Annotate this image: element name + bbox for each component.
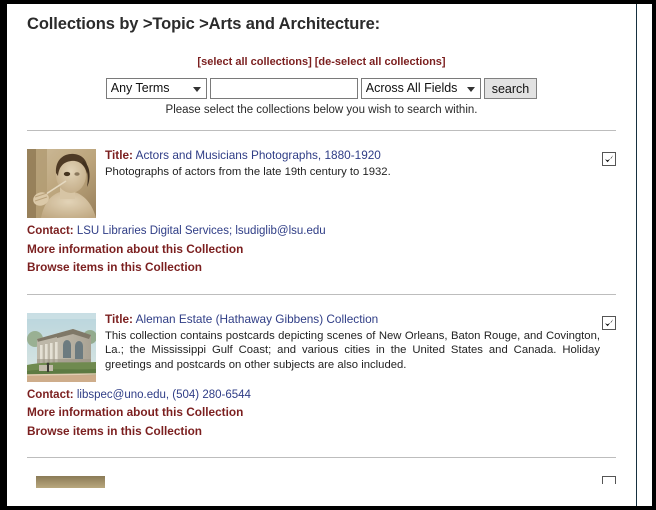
browse-items-line: Browse items in this Collection xyxy=(27,423,616,442)
fields-select-wrapper: Across All FieldsTitleSubjectDescription xyxy=(360,78,481,99)
collection-thumbnail[interactable] xyxy=(27,149,96,218)
terms-select-wrapper: Any TermsAll TermsExact Phrase xyxy=(105,78,207,99)
collection-contact-block: Contact: libspec@uno.edu, (504) 280-6544… xyxy=(27,387,616,442)
deselect-all-collections-link[interactable]: [de-select all collections] xyxy=(315,56,446,68)
collection-contact-line: Contact: LSU Libraries Digital Services;… xyxy=(27,223,616,241)
contact-label: Contact: xyxy=(27,225,74,237)
more-information-link[interactable]: More information about this Collection xyxy=(27,405,243,419)
page-content: Collections by >Topic >Arts and Architec… xyxy=(7,4,636,506)
page-right-border xyxy=(636,4,637,506)
search-form: Any TermsAll TermsExact Phrase Across Al… xyxy=(7,78,636,99)
select-all-row: [select all collections] [de-select all c… xyxy=(7,56,636,69)
collection-contact-value: LSU Libraries Digital Services; lsudigli… xyxy=(76,225,326,237)
collection-contact-line: Contact: libspec@uno.edu, (504) 280-6544 xyxy=(27,387,616,405)
title-label: Title: xyxy=(105,148,133,162)
screenshot-frame: Collections by >Topic >Arts and Architec… xyxy=(0,0,656,510)
collection-thumbnail[interactable] xyxy=(27,312,96,382)
collection-checkbox[interactable] xyxy=(602,315,616,330)
collection-contact-block: Contact: LSU Libraries Digital Services;… xyxy=(27,223,616,278)
browse-items-link[interactable]: Browse items in this Collection xyxy=(27,424,202,438)
fields-select[interactable]: Across All FieldsTitleSubjectDescription xyxy=(360,78,481,99)
page-surface: Collections by >Topic >Arts and Architec… xyxy=(7,4,652,506)
browse-items-line: Browse items in this Collection xyxy=(27,259,616,278)
more-info-line: More information about this Collection xyxy=(27,404,616,423)
collection-header-row: Title: Actors and Musicians Photographs,… xyxy=(27,145,616,218)
collection-title-line: Title: Actors and Musicians Photographs,… xyxy=(105,145,616,163)
terms-select[interactable]: Any TermsAll TermsExact Phrase xyxy=(105,78,207,99)
collection-entry: Title: Aleman Estate (Hathaway Gibbens) … xyxy=(7,309,636,458)
search-button[interactable]: search xyxy=(483,78,538,99)
select-all-collections-link[interactable]: [select all collections] xyxy=(197,56,311,68)
more-information-link[interactable]: More information about this Collection xyxy=(27,242,243,256)
collection-contact-value: libspec@uno.edu, (504) 280-6544 xyxy=(76,388,251,401)
collection-description: Photographs of actors from the late 19th… xyxy=(105,166,391,178)
collection-entry: Title: Actors and Musicians Photographs,… xyxy=(7,145,636,294)
more-info-line: More information about this Collection xyxy=(27,241,616,260)
title-label: Title: xyxy=(105,311,133,326)
browse-items-link[interactable]: Browse items in this Collection xyxy=(27,260,202,274)
collection-header-row: Title: Aleman Estate (Hathaway Gibbens) … xyxy=(27,309,616,382)
page-title: Collections by >Topic >Arts and Architec… xyxy=(27,15,381,33)
collection-entry-partial xyxy=(7,472,636,488)
collection-thumbnail[interactable] xyxy=(36,476,105,488)
collection-title-link[interactable]: Actors and Musicians Photographs, 1880-1… xyxy=(136,148,381,162)
collection-body: Title: Aleman Estate (Hathaway Gibbens) … xyxy=(96,309,616,373)
search-hint: Please select the collections below you … xyxy=(165,104,478,116)
collection-title-line: Title: Aleman Estate (Hathaway Gibbens) … xyxy=(105,309,616,327)
collection-checkbox[interactable] xyxy=(602,152,616,166)
collection-description: This collection contains postcards depic… xyxy=(105,329,600,371)
search-input[interactable] xyxy=(209,78,358,99)
collection-body: Title: Actors and Musicians Photographs,… xyxy=(96,145,616,180)
collection-title-link[interactable]: Aleman Estate (Hathaway Gibbens) Collect… xyxy=(136,312,379,326)
collection-checkbox[interactable] xyxy=(602,476,616,484)
contact-label: Contact: xyxy=(27,388,74,401)
